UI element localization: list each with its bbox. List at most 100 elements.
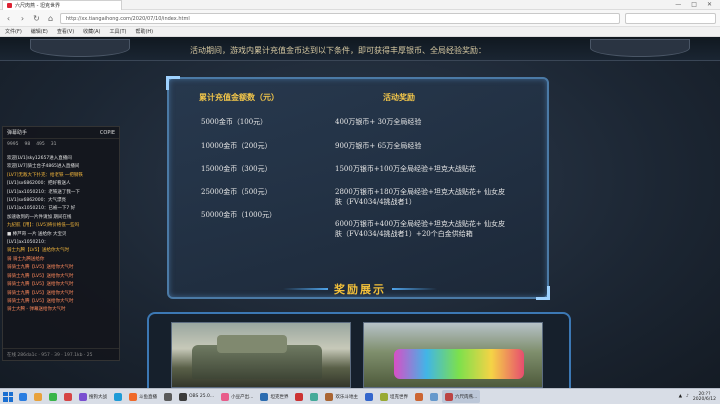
menu-bar: 文件(F) 编辑(E) 查看(V) 收藏(A) 工具(T) 帮助(H) [0, 27, 720, 37]
table-cell-reward: 2800万银币+180万全局经验+坦克大战贴花+ 仙女皮 肤（FV4034/4挑… [335, 187, 545, 207]
table-header-amount: 累计充值金额数（元） [199, 93, 279, 102]
minimize-button[interactable]: — [675, 1, 681, 8]
app-icon [260, 392, 269, 401]
stat-value: 98 [24, 142, 31, 147]
app-icon [34, 392, 42, 401]
stat-value: 9995 [7, 142, 19, 147]
painted-tank-image [394, 349, 524, 379]
window-controls: — □ ✕ [675, 1, 720, 8]
chat-message: 九纪航【用】：[LV5]将价格低一些吗 [7, 223, 80, 229]
chat-message: [LV7]无敌大下扑克：给老铁 一把钢铁 [7, 172, 83, 178]
url-field[interactable]: http://xx.tiangaihong.com/2020/07/10/ind… [60, 12, 620, 24]
chat-message: 骑 骑士九腾送给你 [7, 256, 45, 262]
menu-file[interactable]: 文件(F) [5, 28, 22, 35]
taskbar-app-label: 坦克世界 [389, 394, 408, 400]
forward-arrow-icon[interactable]: › [18, 14, 27, 23]
banner-ornament-left [30, 39, 130, 57]
table-cell-reward: 6000万银币+400万全局经验+坦克大战贴花+ 仙女皮 肤（FV4034/4挑… [335, 219, 545, 239]
volume-icon[interactable]: ♪ [686, 394, 689, 399]
network-icon[interactable]: ▲ [679, 394, 682, 399]
taskbar-app-button[interactable] [111, 390, 125, 403]
app-icon [129, 392, 137, 401]
home-icon[interactable]: ⌂ [46, 14, 55, 23]
table-cell-reward: 1500万银币+100万全局经验+坦克大战贴花 [335, 164, 545, 174]
chat-message: 骑骑士九腾【LV5】送给你大气时 [7, 273, 74, 279]
taskbar-app-button[interactable] [46, 390, 60, 403]
start-button[interactable] [2, 391, 14, 403]
back-arrow-icon[interactable]: ‹ [4, 14, 13, 23]
reward-line: 2800万银币+180万全局经验+坦克大战贴花+ 仙女皮 [335, 188, 505, 196]
refresh-icon[interactable]: ↻ [32, 14, 41, 23]
menu-edit[interactable]: 编辑(E) [31, 28, 48, 35]
taskbar-app-button[interactable]: 坦克世界 [377, 390, 411, 403]
stat-value: 31 [50, 142, 57, 147]
title-divider [283, 288, 328, 290]
chat-message: 欢迎[LV7]骑士台子4865进入直播间 [7, 164, 80, 170]
chat-header: 弹幕助手 COPIE [3, 127, 119, 139]
event-intro-text: 活动期间，游戏内累计充值金币达到以下条件，即可获得丰厚银币、全局经验奖励： [190, 46, 486, 55]
windows-taskbar: 搜狗大战 斗鱼直播 OBS 25.0... 小豆产出... 坦克世界 欢乐斗地主 坦克世界 六… [0, 388, 720, 404]
taskbar-app-label: OBS 25.0... [189, 394, 215, 399]
taskbar-app-button[interactable]: 斗鱼直播 [126, 390, 160, 403]
chat-message: [LV1]ax1050210： [7, 240, 49, 246]
taskbar-app-button[interactable] [307, 390, 321, 403]
taskbar-app-button[interactable]: OBS 25.0... [176, 390, 217, 403]
taskbar-app-button[interactable]: 六尺肉燕... [441, 390, 481, 403]
chat-message: 骑骑士九腾【LV5】送给你大气时 [7, 298, 74, 304]
reward-table-panel: 累计充值金额数（元） 活动奖励 5000金币（100元） 400万银币+ 30万… [166, 76, 550, 300]
chat-message-list: 欢迎[LV1]sky12657进入直播间 欢迎[LV7]骑士台子4865进入直播间… [3, 153, 119, 317]
close-button[interactable]: ✕ [707, 1, 712, 8]
app-icon [64, 392, 72, 401]
app-icon [164, 392, 172, 401]
stat-value: 495 [36, 142, 45, 147]
taskbar-app-button[interactable]: 坦克世界 [257, 390, 291, 403]
reward-line: 6000万银币+400万全局经验+坦克大战贴花+ 仙女皮 [335, 220, 505, 228]
tab-favicon-icon [7, 2, 12, 8]
rewards-showcase-title: 奖励展示 [270, 280, 450, 298]
app-icon [295, 392, 304, 401]
app-icon [364, 392, 373, 401]
tab-title: 六尺肉燕 - 坦克世界 [15, 2, 60, 9]
chat-message: [LV1]ax1050210：已被一下7 好 [7, 206, 76, 212]
taskbar-app-button[interactable] [16, 390, 30, 403]
chat-copy-button[interactable]: COPIE [100, 130, 115, 136]
taskbar-app-button[interactable] [31, 390, 45, 403]
table-cell-amount: 25000金币（500元） [201, 188, 272, 196]
chat-message: [LV1]sx6862000：把好看送人 [7, 181, 71, 187]
chat-footer: 在线 286da1c · 957 · 39 · 197.1kb · 25 [3, 348, 119, 360]
table-cell-amount: 10000金币（200元） [201, 142, 272, 150]
chat-message: ■ 棒芦哥 一片 送给你 大宝贝 [7, 231, 67, 237]
app-icon [444, 392, 453, 401]
taskbar-app-button[interactable] [362, 390, 376, 403]
menu-view[interactable]: 查看(V) [57, 28, 74, 35]
menu-help[interactable]: 帮助(H) [135, 28, 153, 35]
app-icon [79, 392, 87, 401]
menu-tools[interactable]: 工具(T) [110, 28, 127, 35]
browser-tab[interactable]: 六尺肉燕 - 坦克世界 [2, 0, 122, 10]
taskbar-app-button[interactable] [427, 390, 441, 403]
taskbar-app-button[interactable]: 欢乐斗地主 [322, 390, 361, 403]
taskbar-app-button[interactable]: 搜狗大战 [76, 390, 110, 403]
banner-ornament-right [590, 39, 690, 57]
menu-favorites[interactable]: 收藏(A) [83, 28, 100, 35]
table-cell-amount: 5000金币（100元） [201, 118, 268, 126]
taskbar-app-button[interactable] [61, 390, 75, 403]
taskbar-app-button[interactable]: 小豆产出... [218, 390, 256, 403]
taskbar-app-button[interactable] [161, 390, 175, 403]
panel-corner-ornament [536, 286, 550, 300]
chat-message: 骑骑士九腾【LV5】送给你大气时 [7, 282, 74, 288]
chat-message: [LV1]sx6862000：大气漂亮 [7, 198, 67, 204]
search-input[interactable] [625, 12, 716, 24]
reward-line: 900万银币+ 65万全局经验 [335, 142, 422, 150]
tank-skin-screenshot[interactable] [363, 322, 543, 388]
chat-message: 骑士大腾 - 弹幕送给你大气时 [7, 307, 66, 313]
taskbar-app-button[interactable] [292, 390, 306, 403]
clock[interactable]: 20:?? 2020/6/12 [693, 392, 716, 402]
tank-screenshot[interactable] [171, 322, 351, 388]
app-icon [429, 392, 438, 401]
system-tray: ▲ ♪ 20:?? 2020/6/12 [679, 392, 720, 402]
taskbar-app-button[interactable] [412, 390, 426, 403]
app-icon [19, 392, 27, 401]
taskbar-app-label: 斗鱼直播 [139, 394, 157, 400]
maximize-button[interactable]: □ [691, 1, 697, 8]
